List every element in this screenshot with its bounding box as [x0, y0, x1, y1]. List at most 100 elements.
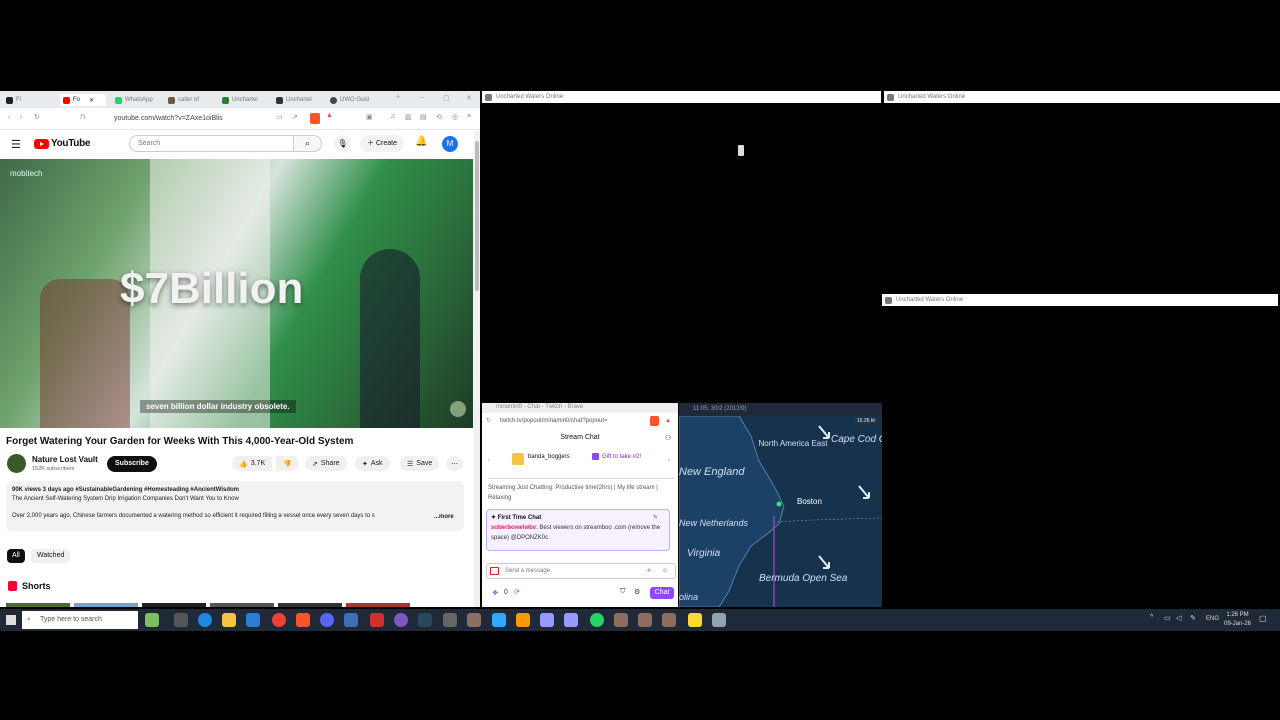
create-button[interactable]: ＋ Create [360, 135, 404, 152]
game-icon[interactable] [662, 613, 676, 627]
chrome-icon[interactable] [272, 613, 286, 627]
dislike-button[interactable]: 👎 [276, 456, 299, 471]
game-icon[interactable] [614, 613, 628, 627]
youtube-logo-icon[interactable] [34, 139, 49, 149]
search-button-icon[interactable]: ⌕ [294, 135, 322, 152]
game-window-titlebar[interactable]: Uncharted Waters Online [482, 91, 881, 103]
short-thumbnail[interactable] [346, 603, 410, 607]
chevron-right-icon[interactable]: › [668, 458, 670, 464]
like-button[interactable]: 👍 3.7K [232, 456, 273, 471]
brave-rewards-icon[interactable]: ▲ [665, 413, 671, 429]
notification-center-icon[interactable]: ▢ [1259, 614, 1267, 623]
edit-icon[interactable]: ✎ [653, 513, 658, 523]
tab-5[interactable]: Unchartel [222, 94, 272, 106]
channel-points-icon[interactable]: ❖ [492, 589, 498, 597]
bookmark-icon[interactable]: ⊓ [80, 113, 85, 121]
share-icon[interactable]: ⇗ [292, 113, 298, 121]
channel-name[interactable]: Nature Lost Vault [32, 455, 98, 464]
description-box[interactable]: 90K views 3 days ago #SustainableGardeni… [6, 481, 464, 531]
chevron-left-icon[interactable]: ‹ [488, 458, 490, 464]
network-icon[interactable]: ▭ [1164, 614, 1171, 622]
chat-input[interactable]: Send a message ⟡ ☺ [486, 563, 676, 579]
more-actions-button[interactable]: ⋯ [446, 456, 463, 471]
youtube-logo-text[interactable]: YouTube [51, 138, 91, 149]
pen-icon[interactable]: ✎ [1190, 614, 1196, 622]
task-view-icon[interactable] [174, 613, 188, 627]
pinned-gift-banner[interactable]: ‹ banda_boggers Gift to take #2! › [488, 449, 674, 479]
vpn-icon[interactable]: ⟲ [436, 113, 442, 121]
brave-rewards-icon[interactable]: ▲ [326, 112, 333, 119]
video-player[interactable]: mobitech $7Billion seven billion dollar … [0, 159, 473, 428]
volume-icon[interactable]: ◁ [1176, 614, 1181, 622]
game-icon[interactable] [467, 613, 481, 627]
chat-username[interactable]: soberbowelwbv [491, 525, 536, 531]
close-window-icon[interactable]: ✕ [466, 94, 472, 102]
game-window-main[interactable] [482, 103, 881, 403]
screen-icon[interactable]: ▭ [276, 113, 283, 121]
ship-marker[interactable] [776, 501, 782, 507]
app-icon[interactable] [443, 613, 457, 627]
brave-icon[interactable] [296, 613, 310, 627]
tab-whatsapp[interactable]: WhatsApp [115, 94, 165, 106]
twitch-titlebar[interactable]: minamin0 - Chat - Twitch - Brave [482, 403, 678, 413]
reload-icon[interactable]: ↻ [34, 113, 40, 121]
discord-icon[interactable] [320, 613, 334, 627]
save-button[interactable]: ☰ Save [400, 456, 440, 471]
profile-icon[interactable]: ◎ [452, 113, 458, 121]
sticky-notes-icon[interactable] [688, 613, 702, 627]
brave-shield-icon[interactable] [310, 113, 320, 124]
tab-1[interactable]: Fi [6, 94, 52, 106]
users-icon[interactable]: ⚇ [665, 434, 671, 442]
hype-icon[interactable]: ⟳ [514, 588, 520, 596]
tab-6[interactable]: Unchartel [276, 94, 326, 106]
steam-icon[interactable] [418, 613, 432, 627]
taskbar-search-input[interactable]: ⌕ Type here to search [22, 611, 138, 629]
filter-chip-watched[interactable]: Watched [31, 549, 71, 563]
map-titlebar[interactable]: 11:05, 30/2 (2012/9) [679, 403, 882, 416]
after-effects-icon[interactable] [564, 613, 578, 627]
wallet-icon[interactable]: ▤ [420, 113, 427, 121]
cortana-icon[interactable] [145, 613, 159, 627]
language-indicator[interactable]: ENG [1206, 616, 1219, 622]
photoshop-icon[interactable] [492, 613, 506, 627]
new-tab-icon[interactable]: + [396, 94, 400, 101]
notifications-bell-icon[interactable]: 🔔 [415, 136, 427, 147]
game-window-tertiary[interactable] [882, 306, 1280, 607]
brave-shield-icon[interactable] [650, 416, 659, 426]
minimize-icon[interactable]: – [420, 94, 424, 101]
tab-4[interactable]: caller of [168, 94, 218, 106]
microphone-icon[interactable]: 🎙 [334, 135, 351, 152]
store-icon[interactable] [246, 613, 260, 627]
map-window[interactable]: 11:05, 30/2 (2012/9) 16.26 kt North Amer… [679, 403, 882, 607]
avatar[interactable]: M [442, 136, 458, 152]
twitch-url-field[interactable]: ↻ twitch.tv/popout/minamin0/chat?popout=… [482, 413, 678, 429]
bits-icon[interactable]: ⟡ [647, 564, 651, 578]
file-explorer-icon[interactable] [222, 613, 236, 627]
emote-icon[interactable]: ☺ [662, 564, 668, 578]
menu-icon[interactable]: ≡ [467, 113, 471, 120]
app-icon[interactable] [344, 613, 358, 627]
short-thumbnail[interactable] [278, 603, 342, 607]
game-icon[interactable] [638, 613, 652, 627]
extension-icon[interactable]: ▣ [366, 113, 373, 121]
short-thumbnail[interactable] [74, 603, 138, 607]
subscribe-button[interactable]: Subscribe [107, 456, 157, 472]
tray-chevron-icon[interactable]: ^ [1150, 614, 1153, 621]
start-windows-icon[interactable] [6, 615, 16, 625]
chat-send-button[interactable]: Chat [650, 587, 674, 599]
close-icon[interactable]: ✕ [89, 97, 94, 104]
app-icon[interactable] [370, 613, 384, 627]
share-button[interactable]: ⇗ Share [305, 456, 347, 471]
hamburger-menu-icon[interactable]: ☰ [11, 138, 21, 151]
filter-chip-all[interactable]: All [7, 549, 25, 563]
url-field[interactable]: youtube.com/watch?v=ZAxe1oiBlis [96, 112, 316, 126]
ask-button[interactable]: ✦ Ask [355, 456, 390, 471]
search-input[interactable]: Search [129, 135, 294, 152]
whatsapp-icon[interactable] [590, 613, 604, 627]
scrollbar-thumb[interactable] [475, 141, 479, 291]
tab-youtube-active[interactable]: Fo ✕ [60, 94, 106, 106]
short-thumbnail[interactable] [6, 603, 70, 607]
short-thumbnail[interactable] [142, 603, 206, 607]
tab-7[interactable]: UWO Guid [330, 94, 380, 106]
media-icon[interactable]: ♫ [390, 113, 395, 120]
